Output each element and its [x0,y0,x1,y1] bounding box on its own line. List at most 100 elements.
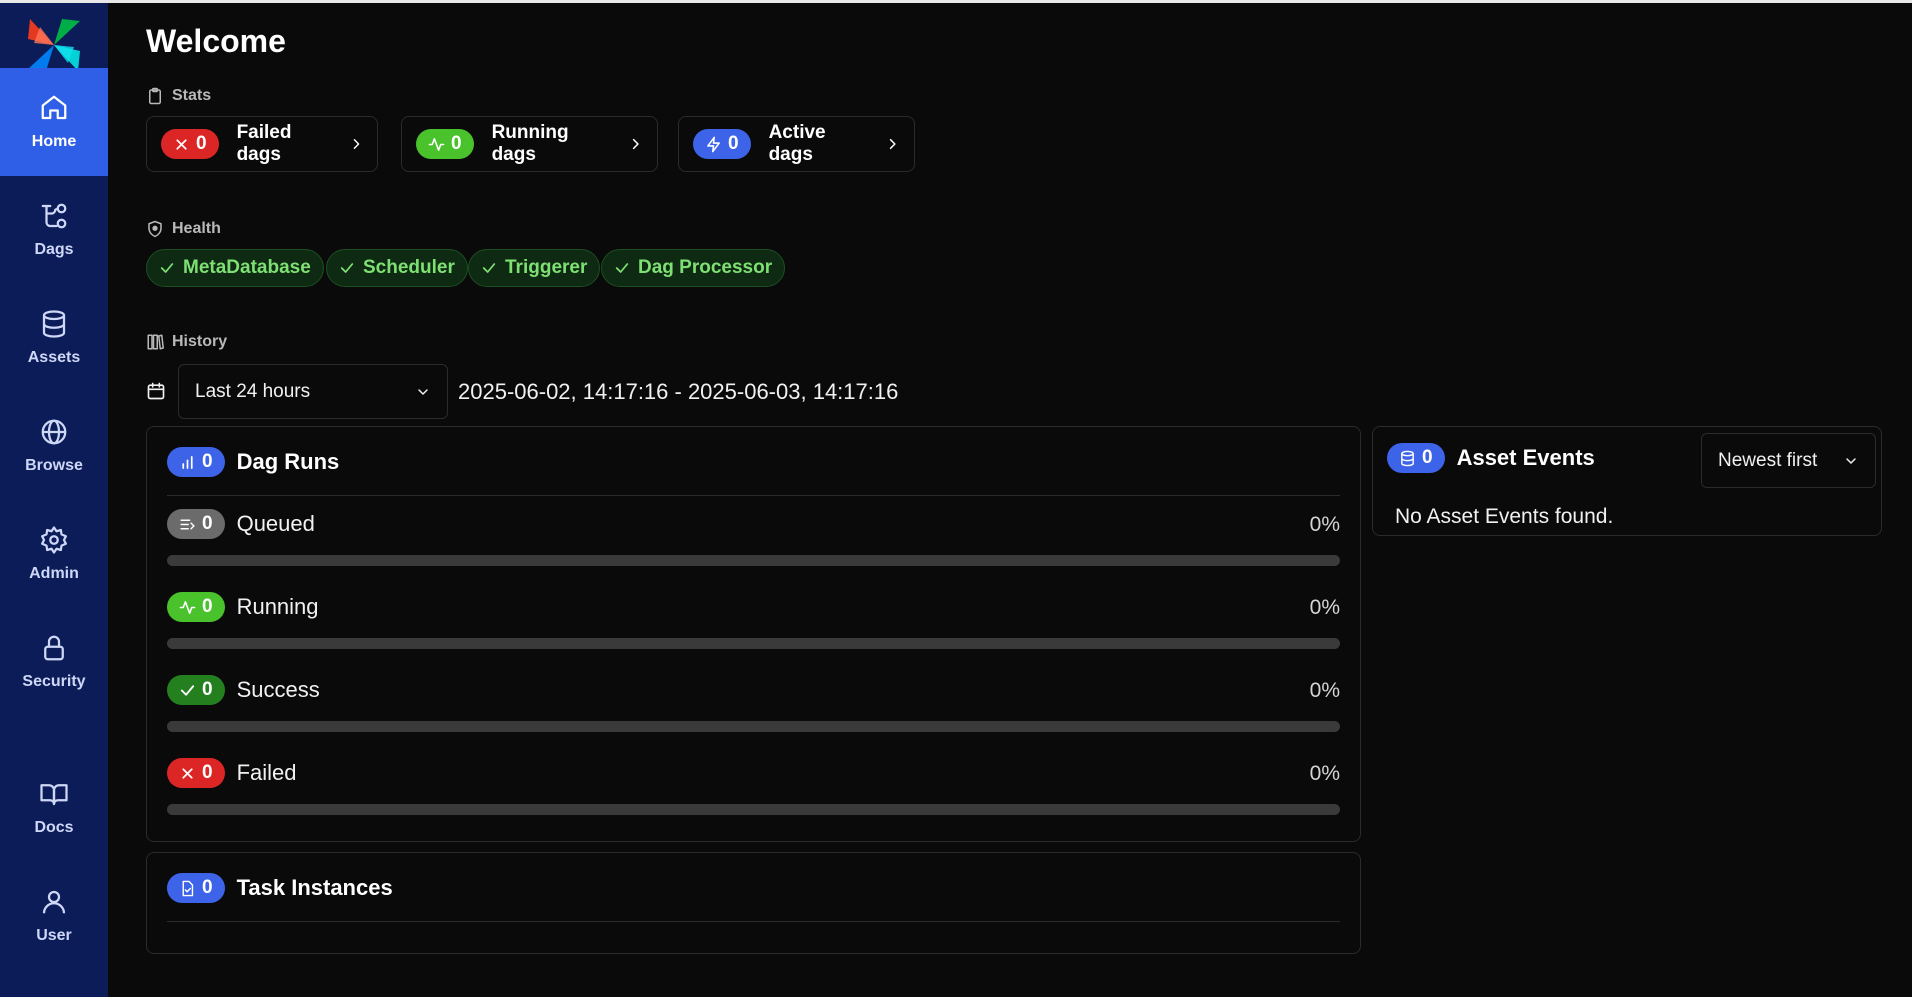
file-check-icon [182,880,194,896]
time-range-select[interactable]: Last 24 hours [178,364,448,419]
page-title: Welcome [146,23,286,59]
sidebar-item-security[interactable]: Security [0,608,108,716]
failed-dags-card[interactable]: 0 Failed dags [146,116,378,172]
queued-label: Queued [236,511,315,536]
sidebar-item-home[interactable]: Home [0,68,108,176]
chevron-right-icon [890,138,896,150]
stats-heading-label: Stats [172,87,212,104]
active-dags-card[interactable]: 0 Active dags [678,116,915,172]
running-dags-label: Running dags [491,122,569,165]
task-instances-count: 0 [202,877,213,898]
chevron-right-icon [353,139,359,149]
empty-state-message: No Asset Events found. [1395,505,1614,528]
failed-label: Failed [236,760,297,785]
database-icon [1401,450,1414,466]
success-label: Success [236,677,320,702]
sidebar-item-dags[interactable]: Dags [0,176,108,284]
active-dags-badge: 0 [693,129,751,159]
failed-dags-badge: 0 [161,129,219,159]
sidebar-item-admin[interactable]: Admin [0,500,108,608]
task-instances-header: 0 Task Instances [167,873,393,903]
dag-runs-row-running[interactable]: 0 Running [167,592,319,622]
sidebar-item-label: Dags [34,241,74,258]
running-dags-card[interactable]: 0 Running dags [401,116,658,172]
sidebar-item-browse[interactable]: Browse [0,392,108,500]
check-icon [160,263,174,273]
book-icon [40,784,68,806]
failed-badge: 0 [167,758,225,788]
chevron-right-icon [632,138,639,150]
health-label: Dag Processor [638,257,773,278]
running-label: Running [236,594,319,619]
sidebar-item-label: Docs [34,819,74,836]
sidebar-item-docs[interactable]: Docs [0,754,108,862]
library-icon [147,334,164,350]
check-icon [340,263,354,273]
asset-events-header: 0 Asset Events [1387,443,1595,473]
running-percent: 0% [1309,596,1340,619]
dag-runs-row-queued[interactable]: 0 Queued [167,509,315,539]
activity-icon [179,600,196,614]
database-icon [42,310,66,338]
globe-icon [41,419,67,445]
lock-icon [44,635,64,661]
success-percent: 0% [1309,679,1340,702]
running-dags-count: 0 [451,133,462,154]
dags-icon [41,203,67,229]
main-content: Welcome Stats 0 Failed dags 0 Running da… [108,3,1912,997]
health-badge-dag-processor: Dag Processor [601,249,786,287]
queued-badge: 0 [167,509,225,539]
health-label: Triggerer [505,257,588,278]
asset-events-title: Asset Events [1456,445,1595,470]
sidebar-item-label: Admin [29,565,79,582]
dag-runs-badge: 0 [167,447,225,477]
airflow-logo[interactable] [26,17,82,73]
lightning-icon [707,136,720,152]
queued-percent: 0% [1309,513,1340,536]
asset-events-panel: 0 Asset Events Newest first No Asset Eve… [1372,426,1882,536]
sidebar-item-label: Home [31,133,77,150]
chevron-down-icon [1846,457,1856,464]
failed-progress-bar [167,804,1340,815]
history-heading: History [146,333,227,351]
sort-order-value: Newest first [1718,449,1818,471]
chevron-down-icon [418,388,428,395]
failed-dags-count: 0 [196,133,207,154]
sort-order-select[interactable]: Newest first [1701,433,1876,488]
success-progress-bar [167,721,1340,732]
sidebar-item-user[interactable]: User [0,862,108,970]
history-heading-label: History [172,333,228,350]
health-heading-label: Health [172,220,221,237]
task-instances-title: Task Instances [236,875,393,900]
success-badge: 0 [167,675,225,705]
gear-icon [41,526,67,554]
failed-count: 0 [202,762,213,783]
dag-runs-row-success[interactable]: 0 Success [167,675,320,705]
task-instances-panel: 0 Task Instances [146,852,1361,954]
stats-heading: Stats [146,87,211,105]
sidebar-item-label: Assets [27,349,81,366]
running-badge: 0 [167,592,225,622]
dag-runs-row-failed[interactable]: 0 Failed [167,758,297,788]
sidebar-item-assets[interactable]: Assets [0,284,108,392]
task-instances-divider [167,921,1340,922]
x-icon [182,767,193,779]
failed-percent: 0% [1309,762,1340,785]
clipboard-icon [149,87,161,105]
running-dags-badge: 0 [416,129,474,159]
list-end-icon [180,519,195,529]
health-heading: Health [146,220,221,238]
sidebar: Home Dags Assets Browse Admin Security D… [0,3,108,997]
dag-runs-divider [167,495,1340,496]
time-range-value: Last 24 hours [195,380,311,402]
running-count: 0 [202,596,213,617]
check-icon [180,684,195,696]
health-badge-triggerer: Triggerer [468,249,601,287]
check-icon [615,263,629,273]
date-range-text: 2025-06-02, 14:17:16 - 2025-06-03, 14:17… [458,379,899,404]
dag-runs-count: 0 [202,451,213,472]
task-instances-badge: 0 [167,873,225,903]
check-icon [482,263,496,273]
health-badge-metadatabase: MetaDatabase [146,249,324,287]
asset-events-count: 0 [1422,447,1433,468]
